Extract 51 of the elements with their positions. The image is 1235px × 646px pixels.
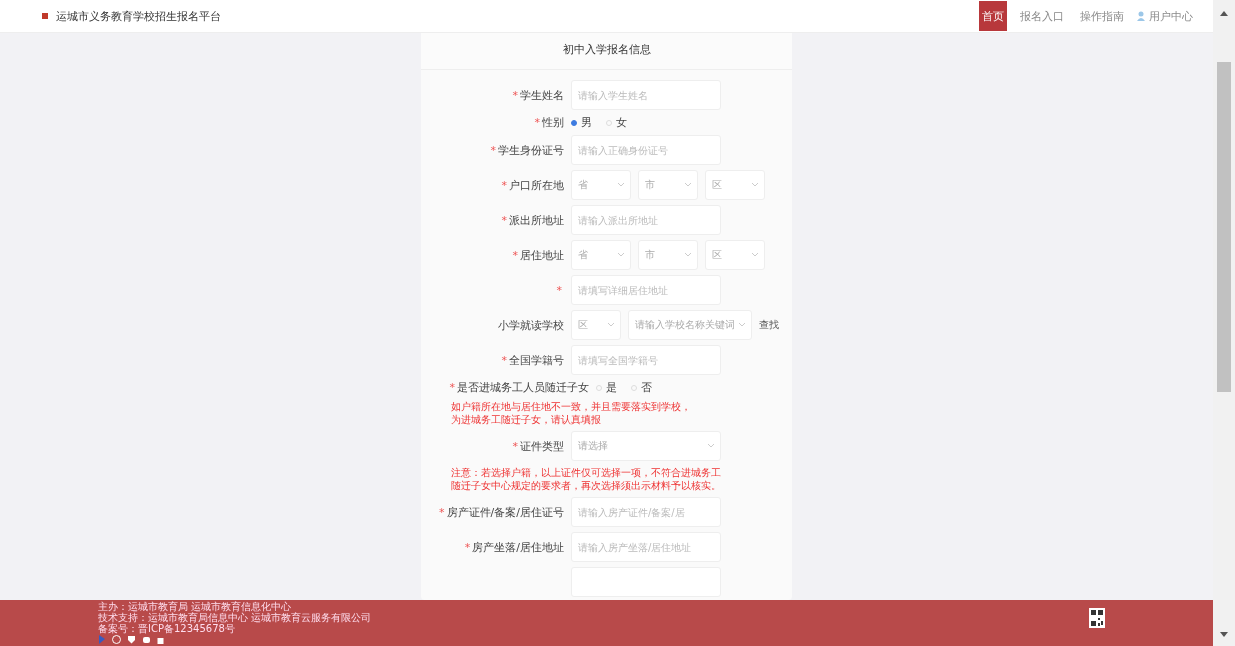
footer-text: 技术支持：运城市教育局信息中心 运城市教育云服务有限公司: [98, 613, 372, 623]
field-label: 小学就读学校: [498, 318, 564, 332]
field-label: 证件类型: [520, 439, 564, 453]
dropdown[interactable]: 区: [705, 170, 765, 200]
nav-tab[interactable]: 首页: [979, 1, 1007, 31]
field-label: 是否进城务工人员随迁子女: [457, 381, 589, 394]
nav-tab[interactable]: 操作指南: [1077, 1, 1127, 31]
radio-option[interactable]: 女: [606, 115, 627, 130]
field-label: 性别: [542, 116, 564, 129]
search-link[interactable]: 查找: [759, 318, 779, 332]
field-label: 学生姓名: [520, 88, 564, 102]
dropdown[interactable]: 省: [571, 170, 631, 200]
required-mark: *: [512, 88, 518, 102]
input-field[interactable]: 请输入房产证件/备案/居: [571, 497, 721, 527]
warning-note: 注意：若选择户籍，以上证件仅可选择一项，不符合进城务工 随迁子女中心规定的要求者，再次选择须出示材料予以核实。: [450, 466, 722, 492]
required-mark: *: [449, 381, 455, 394]
dropdown[interactable]: 区: [571, 310, 621, 340]
input-field[interactable]: 请输入学生姓名: [571, 80, 721, 110]
radio-option[interactable]: 否: [631, 380, 652, 395]
required-mark: *: [439, 505, 445, 519]
site-title: 运城市义务教育学校招生报名平台: [56, 8, 221, 24]
field-label: 居住地址: [520, 248, 564, 262]
form-title: 初中入学报名信息: [562, 41, 651, 57]
required-mark: *: [501, 178, 507, 192]
required-mark: *: [501, 213, 507, 227]
dropdown[interactable]: 市: [638, 240, 698, 270]
warning-note: 如户籍所在地与居住地不一致，并且需要落实到学校， 为进城务工随迁子女，请认真填报: [450, 400, 692, 426]
dropdown[interactable]: 请输入学校名称关键词: [628, 310, 752, 340]
required-mark: *: [534, 116, 540, 129]
required-mark: *: [556, 283, 562, 297]
footer-text: 备案号：晋ICP备12345678号: [98, 624, 236, 634]
field-label: 学生身份证号: [498, 143, 564, 157]
radio-option[interactable]: 男: [571, 115, 592, 130]
field-label: 派出所地址: [509, 213, 564, 227]
radio-option[interactable]: 是: [596, 380, 617, 395]
dropdown[interactable]: 区: [705, 240, 765, 270]
user-link[interactable]: 用户中心: [1149, 8, 1193, 24]
nav-tab[interactable]: 报名入口: [1017, 1, 1067, 31]
dropdown[interactable]: 市: [638, 170, 698, 200]
required-mark: *: [464, 540, 471, 554]
footer-text: 主办：运城市教育局 运城市教育信息化中心: [98, 602, 292, 612]
field-label: 房产坐落/居住地址: [472, 540, 564, 554]
field-label: 全国学籍号: [509, 353, 564, 367]
field-label: 房产证件/备案/居住证号: [446, 505, 564, 519]
required-mark: *: [512, 248, 518, 262]
required-mark: *: [501, 353, 507, 367]
dropdown[interactable]: 请选择: [571, 431, 721, 461]
required-mark: *: [512, 439, 518, 453]
required-mark: *: [490, 143, 496, 157]
dropdown[interactable]: 省: [571, 240, 631, 270]
field-label: 户口所在地: [509, 178, 564, 192]
